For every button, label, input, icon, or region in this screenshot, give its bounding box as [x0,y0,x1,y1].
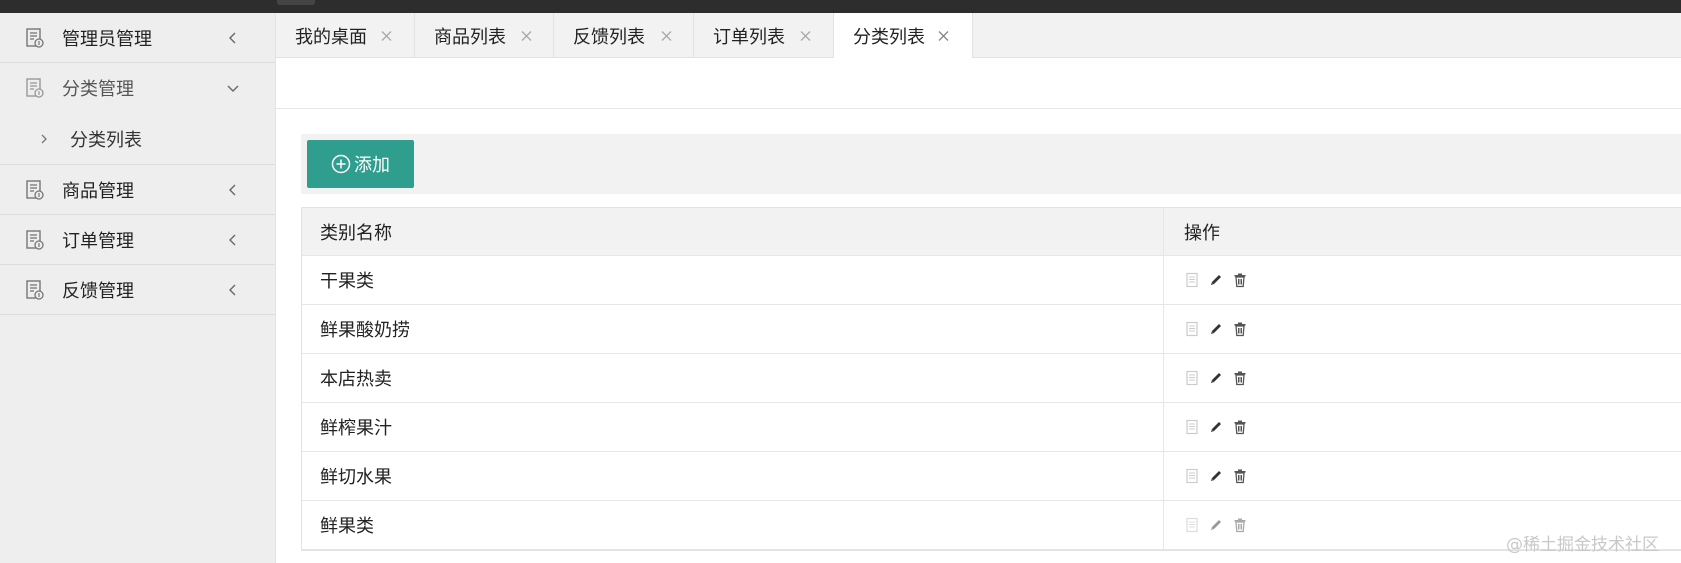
table-row: 干果类 [302,256,1681,305]
sidebar-subitem-label: 分类列表 [70,129,142,151]
delete-icon[interactable] [1232,370,1248,386]
view-icon[interactable] [1184,370,1200,386]
tab-label: 商品列表 [434,26,506,48]
plus-circle-icon [331,154,351,174]
edit-icon[interactable] [1208,272,1224,288]
close-icon[interactable] [520,29,533,42]
sidebar-item-label: 反馈管理 [62,280,134,302]
table-header-row: 类别名称 操作 [302,208,1681,256]
category-name-cell: 鲜果酸奶捞 [320,320,410,341]
delete-icon[interactable] [1232,321,1248,337]
tab-bar: 我的桌面 商品列表 反馈列表 订单列表 分类列表 [276,13,1681,59]
view-icon[interactable] [1184,272,1200,288]
chevron-right-icon [41,134,47,143]
toolbar: 添加 [301,134,1681,194]
sidebar-subitem-category-list[interactable]: 分类列表 [0,113,275,165]
category-name-cell: 鲜果类 [320,516,374,537]
sidebar-item-label: 商品管理 [62,180,134,202]
window-top-bar [0,0,1681,13]
add-button-label: 添加 [354,155,390,176]
delete-icon[interactable] [1232,468,1248,484]
table-row: 鲜切水果 [302,452,1681,501]
tab-label: 订单列表 [713,26,785,48]
sidebar-item-goods-management[interactable]: 商品管理 [0,165,275,215]
tab-goods-list[interactable]: 商品列表 [415,13,554,58]
tab-label: 反馈列表 [573,26,645,48]
chevron-left-icon [229,284,236,295]
sidebar: 管理员管理 分类管理 分类列表 商品管理 订单管理 反馈管理 [0,13,276,563]
tab-label: 分类列表 [853,27,925,48]
close-icon[interactable] [660,29,673,42]
watermark: @稀土掘金技术社区 [1506,535,1659,555]
close-icon[interactable] [799,29,812,42]
sidebar-item-admin-management[interactable]: 管理员管理 [0,13,275,63]
sidebar-item-label: 管理员管理 [62,28,152,50]
edit-icon[interactable] [1208,517,1224,533]
actions-cell [1163,403,1681,451]
table-row: 鲜果类 [302,501,1681,550]
category-name-cell: 本店热卖 [320,369,392,390]
chevron-left-icon [229,234,236,245]
view-icon[interactable] [1184,321,1200,337]
tab-label: 我的桌面 [295,26,367,48]
sidebar-item-category-management[interactable]: 分类管理 [0,63,275,113]
goods-doc-icon [26,179,44,200]
edit-icon[interactable] [1208,419,1224,435]
view-icon[interactable] [1184,419,1200,435]
add-button[interactable]: 添加 [307,140,414,188]
column-header-category-name: 类别名称 [320,222,392,244]
view-icon[interactable] [1184,468,1200,484]
edit-icon[interactable] [1208,321,1224,337]
category-name-cell: 鲜榨果汁 [320,418,392,439]
table-row: 鲜果酸奶捞 [302,305,1681,354]
edit-icon[interactable] [1208,468,1224,484]
delete-icon[interactable] [1232,419,1248,435]
tab-my-desktop[interactable]: 我的桌面 [276,13,415,58]
sidebar-item-label: 订单管理 [62,230,134,252]
close-icon[interactable] [937,30,950,43]
tab-order-list[interactable]: 订单列表 [694,13,834,58]
category-table: 类别名称 操作 干果类鲜果酸奶捞本店热卖鲜榨果汁鲜切水果鲜果类 [301,207,1681,551]
close-icon[interactable] [380,29,393,42]
sidebar-item-order-management[interactable]: 订单管理 [0,215,275,265]
delete-icon[interactable] [1232,517,1248,533]
admin-doc-icon [26,27,44,48]
actions-cell [1163,354,1681,402]
tab-feedback-list[interactable]: 反馈列表 [554,13,694,58]
feedback-doc-icon [26,279,44,300]
column-header-actions: 操作 [1163,208,1681,255]
category-name-cell: 鲜切水果 [320,467,392,488]
chevron-left-icon [229,32,236,43]
chevron-left-icon [229,184,236,195]
category-name-cell: 干果类 [320,271,374,292]
sidebar-item-label: 分类管理 [62,79,134,100]
actions-cell [1163,452,1681,500]
sidebar-item-feedback-management[interactable]: 反馈管理 [0,265,275,315]
view-icon[interactable] [1184,517,1200,533]
order-doc-icon [26,229,44,250]
table-row: 鲜榨果汁 [302,403,1681,452]
edit-icon[interactable] [1208,370,1224,386]
tab-category-list[interactable]: 分类列表 [834,13,973,59]
table-row: 本店热卖 [302,354,1681,403]
category-doc-icon [26,78,44,98]
top-bar-handle [277,0,315,5]
chevron-down-icon [227,85,239,92]
delete-icon[interactable] [1232,272,1248,288]
actions-cell [1163,305,1681,353]
content-header-area [276,58,1681,109]
actions-cell [1163,256,1681,304]
